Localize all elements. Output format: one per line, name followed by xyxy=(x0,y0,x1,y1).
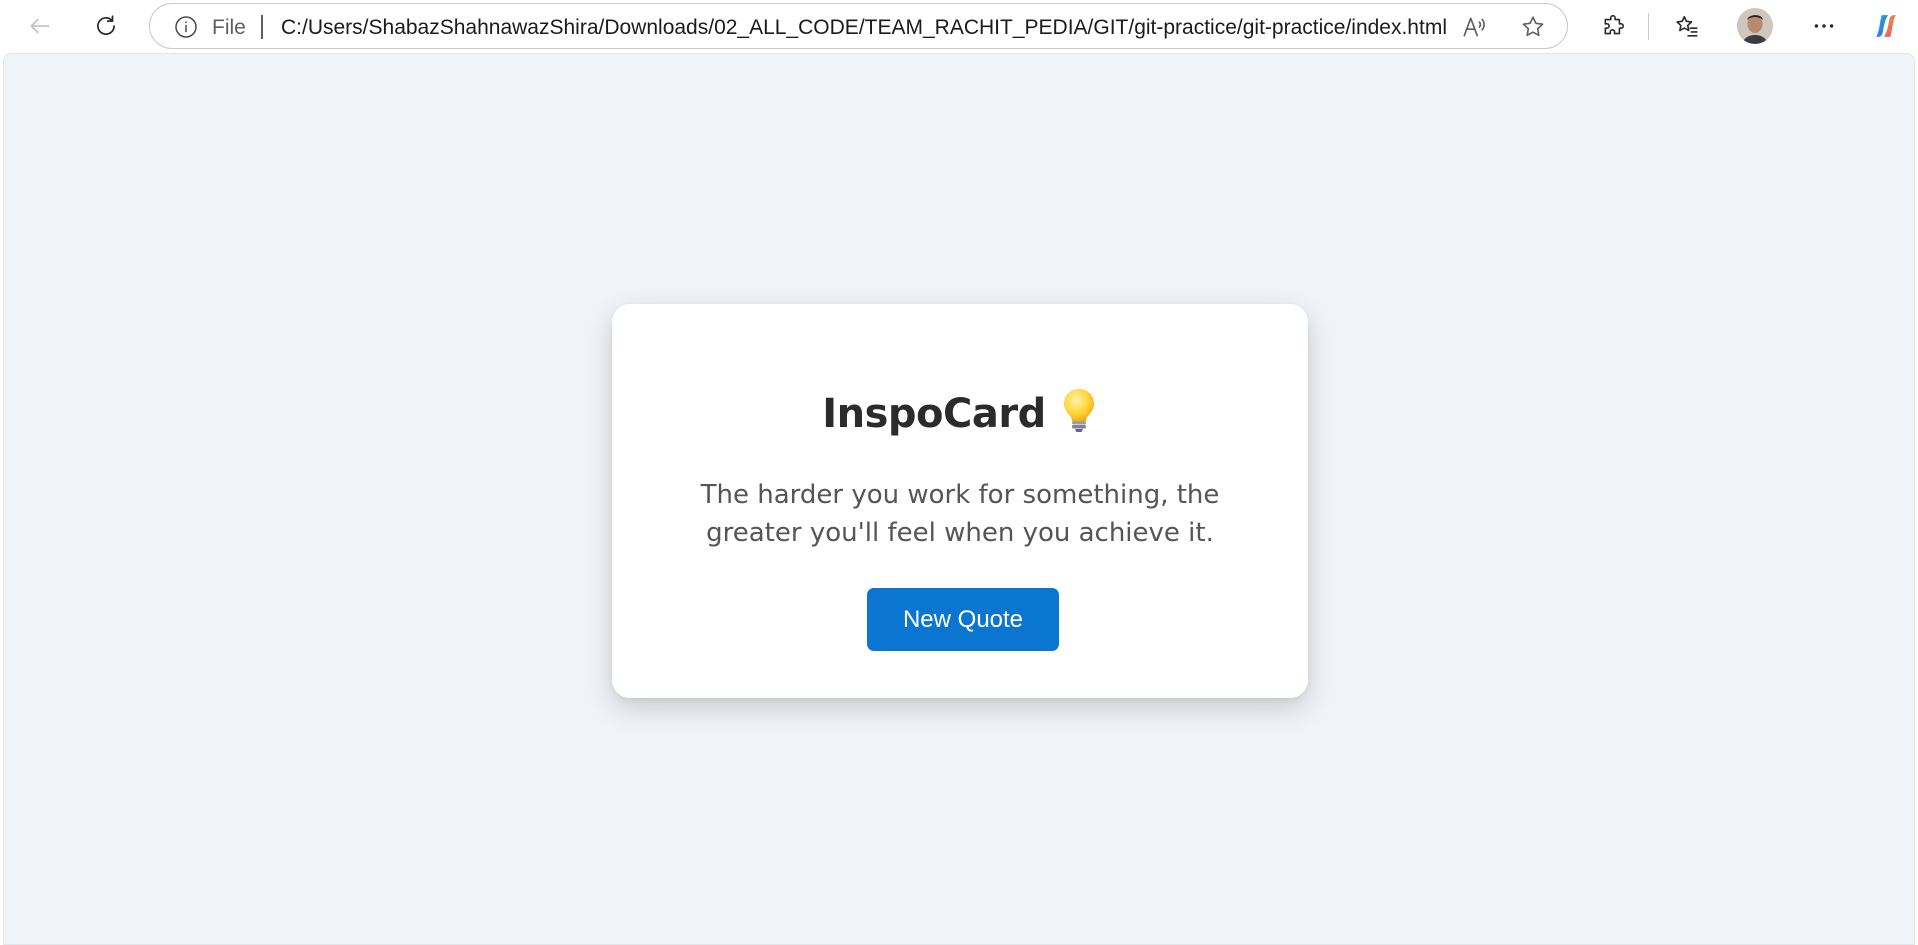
new-quote-button[interactable]: New Quote xyxy=(867,588,1059,651)
toolbar-separator xyxy=(1648,13,1649,40)
back-arrow-icon xyxy=(30,18,50,34)
info-icon[interactable] xyxy=(174,15,198,39)
address-bar[interactable]: File C:/Users/ShabazShahnawazShira/Downl… xyxy=(149,3,1568,49)
star-icon xyxy=(1522,16,1544,37)
quote-text: The harder you work for something, the g… xyxy=(700,480,1220,548)
puzzle-icon xyxy=(1604,14,1624,35)
page-viewport: InspoCard The harder you work for someth… xyxy=(3,53,1915,945)
page-title: InspoCard xyxy=(612,387,1308,443)
favorite-button[interactable] xyxy=(1519,13,1547,41)
scheme-label: File xyxy=(212,16,246,39)
avatar[interactable] xyxy=(1737,8,1773,44)
extensions-button[interactable] xyxy=(1594,6,1634,46)
copilot-button[interactable] xyxy=(1866,6,1906,46)
quote-card: InspoCard The harder you work for someth… xyxy=(612,304,1308,698)
reload-icon xyxy=(97,15,115,35)
browser-toolbar: File C:/Users/ShabazShahnawazShira/Downl… xyxy=(0,0,1918,53)
lightbulb-icon xyxy=(1060,387,1098,443)
back-button[interactable] xyxy=(20,6,60,46)
favorites-icon xyxy=(1676,15,1698,37)
profile-picture-icon xyxy=(1737,8,1773,44)
reload-button[interactable] xyxy=(86,6,126,46)
title-text: InspoCard xyxy=(822,391,1046,437)
favorites-button[interactable] xyxy=(1667,6,1707,46)
address-divider xyxy=(261,15,263,39)
more-button[interactable] xyxy=(1804,6,1844,46)
copilot-icon xyxy=(1876,15,1896,37)
read-aloud-button[interactable] xyxy=(1460,13,1488,41)
url-text[interactable]: C:/Users/ShabazShahnawazShira/Downloads/… xyxy=(281,16,1447,40)
more-icon xyxy=(1814,24,1834,28)
read-aloud-icon xyxy=(1463,17,1485,37)
